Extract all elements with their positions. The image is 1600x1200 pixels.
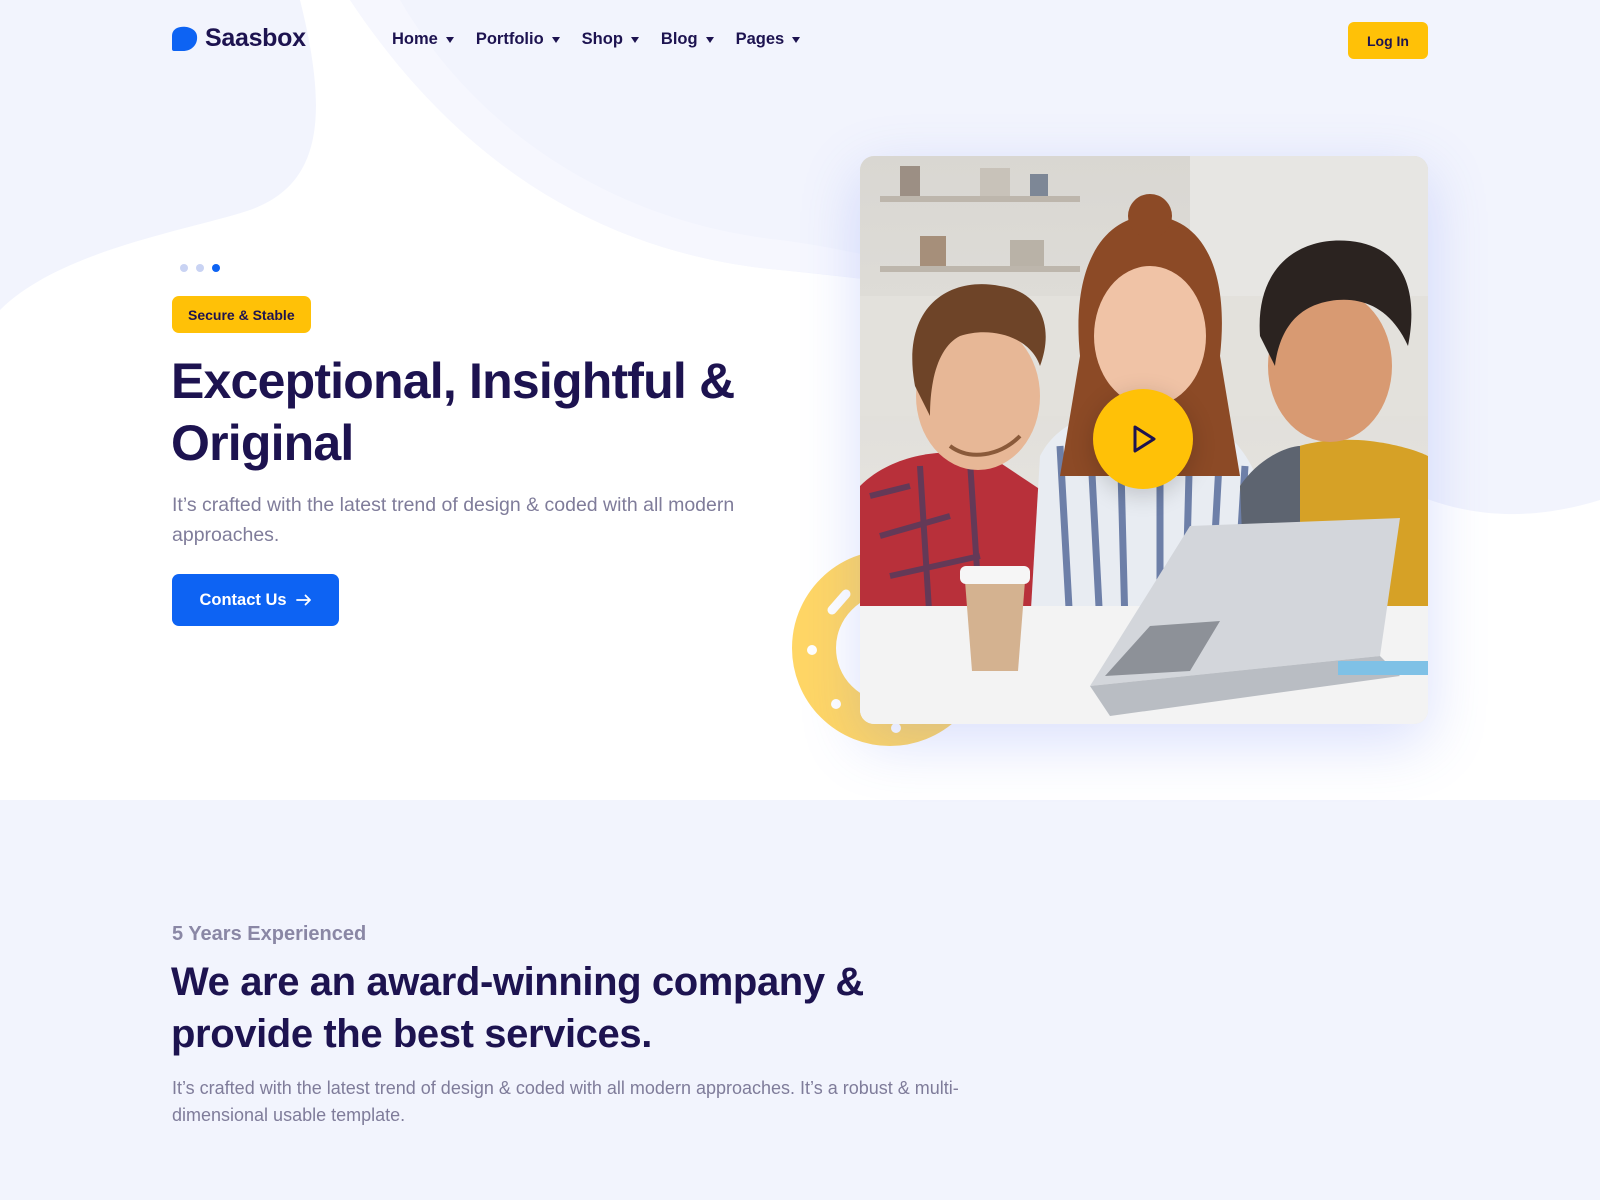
hero-title: Exceptional, Insightful & Original xyxy=(171,353,735,471)
play-button[interactable] xyxy=(1093,389,1193,489)
nav-item-label: Shop xyxy=(581,30,623,48)
about-text: It’s crafted with the latest trend of de… xyxy=(172,1078,959,1125)
main-nav: Home Portfolio Shop Blog Pages xyxy=(392,30,822,49)
contact-us-button[interactable]: Contact Us xyxy=(172,574,339,626)
caret-down-icon xyxy=(630,37,639,43)
about-title: We are an award-winning company & provid… xyxy=(171,960,864,1056)
login-button[interactable]: Log In xyxy=(1348,22,1428,59)
brand-logo[interactable]: Saasbox xyxy=(172,24,306,53)
nav-item-pages[interactable]: Pages xyxy=(736,30,801,49)
contact-us-label: Contact Us xyxy=(199,590,287,609)
caret-down-icon xyxy=(792,37,801,43)
slider-dot[interactable] xyxy=(196,264,204,272)
caret-down-icon xyxy=(445,37,454,43)
nav-item-label: Portfolio xyxy=(475,30,544,48)
nav-item-portfolio[interactable]: Portfolio xyxy=(476,30,560,49)
nav-item-home[interactable]: Home xyxy=(392,30,454,49)
nav-item-label: Pages xyxy=(735,30,785,48)
about-kicker: 5 Years Experienced xyxy=(172,923,367,945)
nav-item-label: Blog xyxy=(660,30,698,48)
slider-dot-active[interactable] xyxy=(212,264,220,272)
logo-mark-icon xyxy=(172,26,198,51)
arrow-right-icon xyxy=(295,594,311,606)
nav-item-blog[interactable]: Blog xyxy=(661,30,714,49)
slider-dots xyxy=(180,264,228,272)
slider-dot[interactable] xyxy=(180,264,188,272)
hero-badge: Secure & Stable xyxy=(172,296,311,333)
hero-video-card[interactable] xyxy=(860,156,1428,724)
hero-subtitle: It’s crafted with the latest trend of de… xyxy=(172,494,735,546)
brand-name: Saasbox xyxy=(205,24,306,52)
play-icon xyxy=(1133,425,1156,453)
nav-item-shop[interactable]: Shop xyxy=(582,30,639,49)
caret-down-icon xyxy=(551,37,560,43)
nav-item-label: Home xyxy=(392,30,438,48)
caret-down-icon xyxy=(705,37,714,43)
